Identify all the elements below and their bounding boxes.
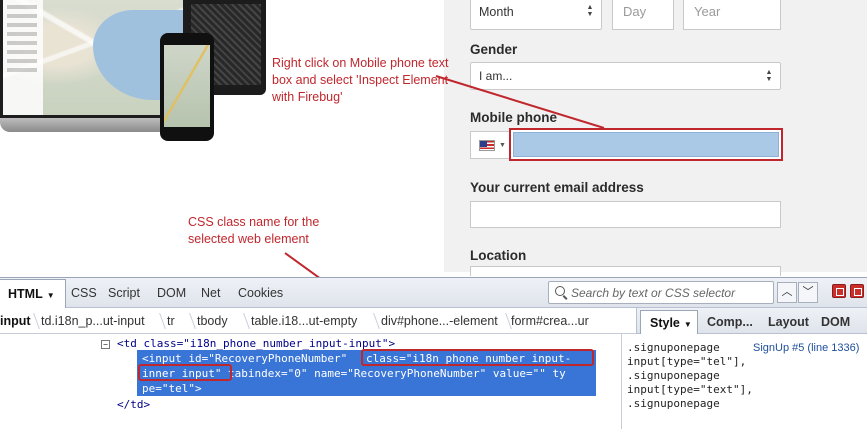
country-flag-select[interactable]: ▼ xyxy=(470,131,510,159)
css-selector-line: .signuponepage xyxy=(627,341,720,354)
css-selector-line: input[type="text"], xyxy=(627,383,753,396)
breadcrumb-item[interactable]: table.i18...ut-empty xyxy=(251,314,357,328)
breadcrumb-separator xyxy=(236,308,246,334)
tab-html[interactable]: HTML ▼ xyxy=(0,279,66,308)
class-name-highlight-1 xyxy=(361,349,594,366)
css-class-annotation: CSS class name for the selected web elem… xyxy=(188,215,320,246)
tab-script[interactable]: Script xyxy=(108,286,140,300)
side-tab-style[interactable]: Style ▼ xyxy=(640,310,698,335)
birth-month-select[interactable]: Month ▲ ▼ xyxy=(470,0,602,30)
css-source-link[interactable]: SignUp #5 (line 1336) xyxy=(753,342,859,354)
tab-dom[interactable]: DOM xyxy=(157,286,186,300)
laptop-screen xyxy=(0,0,186,118)
selected-node-line-2b: tabindex="0" name="RecoveryPhoneNumber" … xyxy=(228,367,566,380)
mobile-phone-input-highlight xyxy=(513,132,779,157)
search-placeholder: Search by text or CSS selector xyxy=(571,286,736,300)
tab-net[interactable]: Net xyxy=(201,286,220,300)
tab-html-label: HTML xyxy=(8,287,43,301)
select-carets-icon: ▲ ▼ xyxy=(586,4,594,18)
gender-select[interactable]: I am... ▲ ▼ xyxy=(470,62,781,90)
prev-arrow-icon[interactable]: ︿ xyxy=(777,282,797,303)
inspect-annotation: Right click on Mobile phone text box and… xyxy=(272,56,449,104)
breadcrumb-item[interactable]: form#crea...ur xyxy=(511,314,589,328)
next-arrow-icon[interactable]: ﹀ xyxy=(798,282,818,303)
devices-illustration xyxy=(0,0,270,150)
screenshot-root: Month ▲ ▼ Day Year Gender I am... ▲ ▼ Mobi… xyxy=(0,0,867,429)
breadcrumb-separator xyxy=(152,308,162,334)
breadcrumb-item[interactable]: div#phone...-element xyxy=(381,314,498,328)
minimize-icon[interactable] xyxy=(832,284,846,298)
email-input[interactable] xyxy=(470,201,781,228)
birth-day-placeholder: Day xyxy=(623,4,647,19)
tab-css[interactable]: CSS xyxy=(71,286,97,300)
breadcrumb-item[interactable]: td.i18n_p...ut-input xyxy=(41,314,145,328)
side-tab-layout[interactable]: Layout xyxy=(768,315,809,329)
select-carets-icon: ▲ ▼ xyxy=(765,69,773,83)
breadcrumb-item[interactable]: tr xyxy=(167,314,175,328)
chevron-down-icon: ▼ xyxy=(683,320,692,329)
tree-node-td-close[interactable]: </td> xyxy=(117,398,150,411)
map-sidebar xyxy=(3,0,43,115)
breadcrumb-item[interactable]: tbody xyxy=(197,314,228,328)
side-tab-dom[interactable]: DOM xyxy=(821,315,850,329)
breadcrumb-separator xyxy=(26,308,36,334)
chevron-down-icon: ▼ xyxy=(499,141,506,149)
side-tab-computed[interactable]: Comp... xyxy=(707,315,753,329)
gender-label: Gender xyxy=(470,42,518,57)
birth-month-value: Month xyxy=(479,4,514,19)
gender-value: I am... xyxy=(479,69,513,83)
side-tab-style-label: Style xyxy=(650,316,680,330)
close-icon[interactable] xyxy=(850,284,864,298)
css-selector-line: .signuponepage xyxy=(627,369,720,382)
breadcrumb-separator xyxy=(366,308,376,334)
location-label: Location xyxy=(470,248,527,263)
collapse-icon[interactable]: − xyxy=(101,340,110,349)
us-flag-icon xyxy=(479,139,495,151)
phone-screen xyxy=(164,45,210,127)
css-selector-line: .signuponepage xyxy=(627,397,720,410)
mobile-phone-input[interactable] xyxy=(509,128,783,161)
firebug-search-input[interactable]: Search by text or CSS selector xyxy=(548,281,774,304)
phone xyxy=(160,33,214,141)
breadcrumb-separator xyxy=(182,308,192,334)
class-name-highlight-2 xyxy=(138,364,232,381)
tab-cookies[interactable]: Cookies xyxy=(238,286,283,300)
mobile-phone-label: Mobile phone xyxy=(470,110,557,125)
chevron-down-icon: ▼ xyxy=(46,291,55,300)
breadcrumb-separator xyxy=(498,308,508,334)
birth-day-input[interactable]: Day xyxy=(612,0,674,30)
tree-node-td-open[interactable]: <td class="i18n_phone_number_input-input… xyxy=(117,337,395,350)
selected-node-line-3: pe="tel"> xyxy=(142,382,202,395)
css-selector-line: input[type="tel"], xyxy=(627,355,747,368)
birth-year-placeholder: Year xyxy=(694,4,721,19)
location-input[interactable] xyxy=(470,266,781,276)
birth-year-input[interactable]: Year xyxy=(683,0,781,30)
search-icon xyxy=(555,286,565,296)
email-label: Your current email address xyxy=(470,180,644,195)
